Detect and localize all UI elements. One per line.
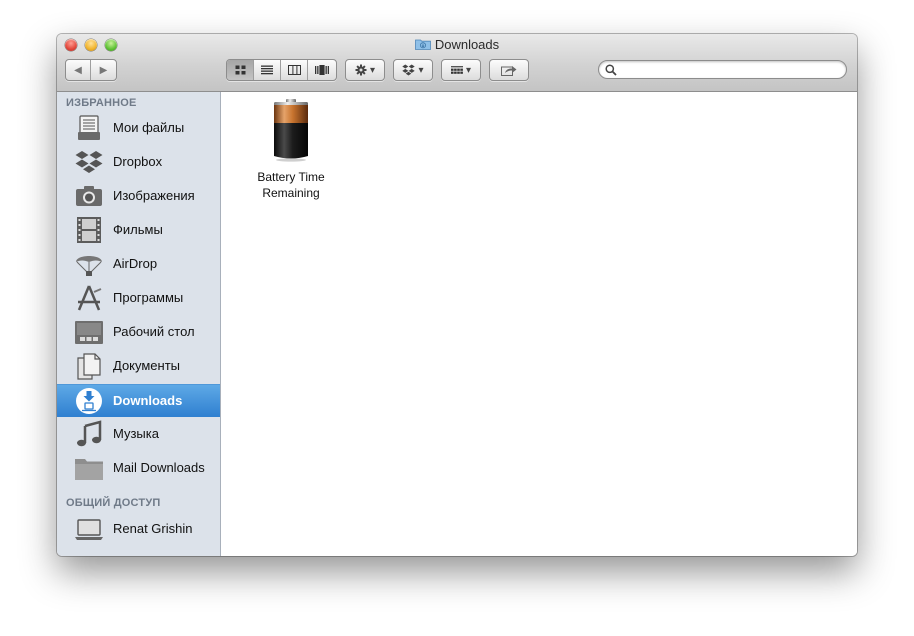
- gear-icon: [355, 64, 367, 76]
- view-mode-control: [226, 59, 337, 81]
- window-title: Downloads: [434, 37, 500, 52]
- arrange-menu-button[interactable]: ▾: [441, 59, 481, 81]
- sidebar-item-label: Программы: [113, 290, 184, 305]
- sidebar-item-documents[interactable]: Документы: [57, 350, 220, 382]
- action-menu-inner[interactable]: ▾: [346, 60, 384, 80]
- sidebar-item-movies[interactable]: Фильмы: [57, 214, 220, 246]
- sidebar-item-label: Документы: [113, 358, 181, 373]
- documents-icon: [77, 353, 101, 380]
- search-field[interactable]: [598, 60, 847, 79]
- sidebar-item-applications[interactable]: Программы: [57, 282, 220, 314]
- forward-button[interactable]: ▶: [91, 60, 116, 80]
- nav-buttons: ◀ ▶: [65, 59, 117, 81]
- sidebar-item-pictures[interactable]: Изображения: [57, 180, 220, 212]
- list-view-button[interactable]: [254, 60, 281, 80]
- sidebar: ИЗБРАННОЕ Мои файлы Dropbox Изображения …: [57, 92, 221, 556]
- column-view-button[interactable]: [281, 60, 308, 80]
- arrange-icon: [450, 66, 463, 74]
- coverflow-view-button[interactable]: [308, 60, 336, 80]
- sidebar-item-music[interactable]: Музыка: [57, 418, 220, 450]
- sidebar-item-label: Downloads: [113, 393, 183, 408]
- share-icon: [501, 65, 517, 76]
- file-name: Battery Time Remaining: [251, 169, 331, 201]
- favorites-header: ИЗБРАННОЕ: [66, 97, 137, 109]
- search-icon: [605, 64, 617, 76]
- chevron-down-icon: ▾: [465, 64, 472, 76]
- music-icon: [77, 420, 102, 447]
- sidebar-item-label: Mail Downloads: [113, 460, 205, 475]
- file-item-battery-time-remaining[interactable]: Battery Time Remaining: [251, 98, 331, 201]
- all-my-files-icon: [78, 115, 100, 140]
- back-button[interactable]: ◀: [66, 60, 91, 80]
- coverflow-view-icon: [315, 65, 329, 75]
- chevron-down-icon: ▾: [369, 64, 376, 76]
- film-icon: [77, 217, 101, 243]
- sidebar-item-label: AirDrop: [113, 256, 158, 271]
- airdrop-icon: [76, 256, 102, 276]
- shared-header: ОБЩИЙ ДОСТУП: [66, 497, 161, 509]
- column-view-icon: [287, 65, 301, 75]
- arrange-menu-inner[interactable]: ▾: [442, 60, 480, 80]
- sidebar-item-label: Renat Grishin: [113, 521, 193, 536]
- chevron-down-icon: ▾: [418, 64, 424, 76]
- action-menu-button[interactable]: ▾: [345, 59, 385, 81]
- sidebar-item-label: Мои файлы: [113, 120, 185, 135]
- desktop-icon: [75, 321, 103, 344]
- camera-icon: [76, 186, 102, 206]
- computer-icon: [75, 519, 103, 540]
- share-button[interactable]: [489, 59, 529, 81]
- sidebar-item-mail-downloads[interactable]: Mail Downloads: [57, 452, 220, 484]
- file-browser-content[interactable]: Battery Time Remaining: [221, 92, 857, 556]
- sidebar-item-label: Рабочий стол: [113, 324, 195, 339]
- list-view-icon: [261, 65, 273, 75]
- search-input[interactable]: [621, 62, 836, 77]
- icon-view-icon: [235, 65, 245, 75]
- sidebar-item-label: Dropbox: [113, 154, 163, 169]
- share-button-inner[interactable]: [490, 60, 528, 80]
- sidebar-item-all-my-files[interactable]: Мои файлы: [57, 112, 220, 144]
- dropbox-menu-inner[interactable]: ▾: [394, 60, 432, 80]
- finder-window: Downloads ◀ ▶ ▾ ▾ ▾ ИЗБРАННОЕ Мои файлы …: [57, 34, 857, 556]
- downloads-icon: [76, 388, 102, 414]
- sidebar-item-label: Изображения: [113, 188, 195, 203]
- dropbox-menu-button[interactable]: ▾: [393, 59, 433, 81]
- title-bar[interactable]: Downloads ◀ ▶ ▾ ▾ ▾: [57, 34, 857, 92]
- sidebar-item-label: Музыка: [113, 426, 159, 441]
- battery-icon: [274, 99, 308, 162]
- sidebar-item-desktop[interactable]: Рабочий стол: [57, 316, 220, 348]
- dropbox-toolbar-icon: [402, 64, 416, 76]
- folder-icon: [75, 459, 103, 480]
- sidebar-item-dropbox[interactable]: Dropbox: [57, 146, 220, 178]
- sidebar-item-renat-grishin[interactable]: Renat Grishin: [57, 513, 220, 545]
- sidebar-item-label: Фильмы: [113, 222, 163, 237]
- icon-view-button[interactable]: [227, 60, 254, 80]
- sidebar-item-downloads[interactable]: Downloads: [57, 384, 220, 417]
- file-name-line-1: Battery Time: [257, 170, 325, 184]
- sidebar-item-airdrop[interactable]: AirDrop: [57, 248, 220, 280]
- window-title-area: Downloads: [57, 37, 857, 52]
- dropbox-icon: [75, 151, 103, 173]
- downloads-folder-icon: [414, 39, 431, 50]
- file-name-line-2: Remaining: [262, 186, 320, 200]
- applications-icon: [77, 285, 102, 311]
